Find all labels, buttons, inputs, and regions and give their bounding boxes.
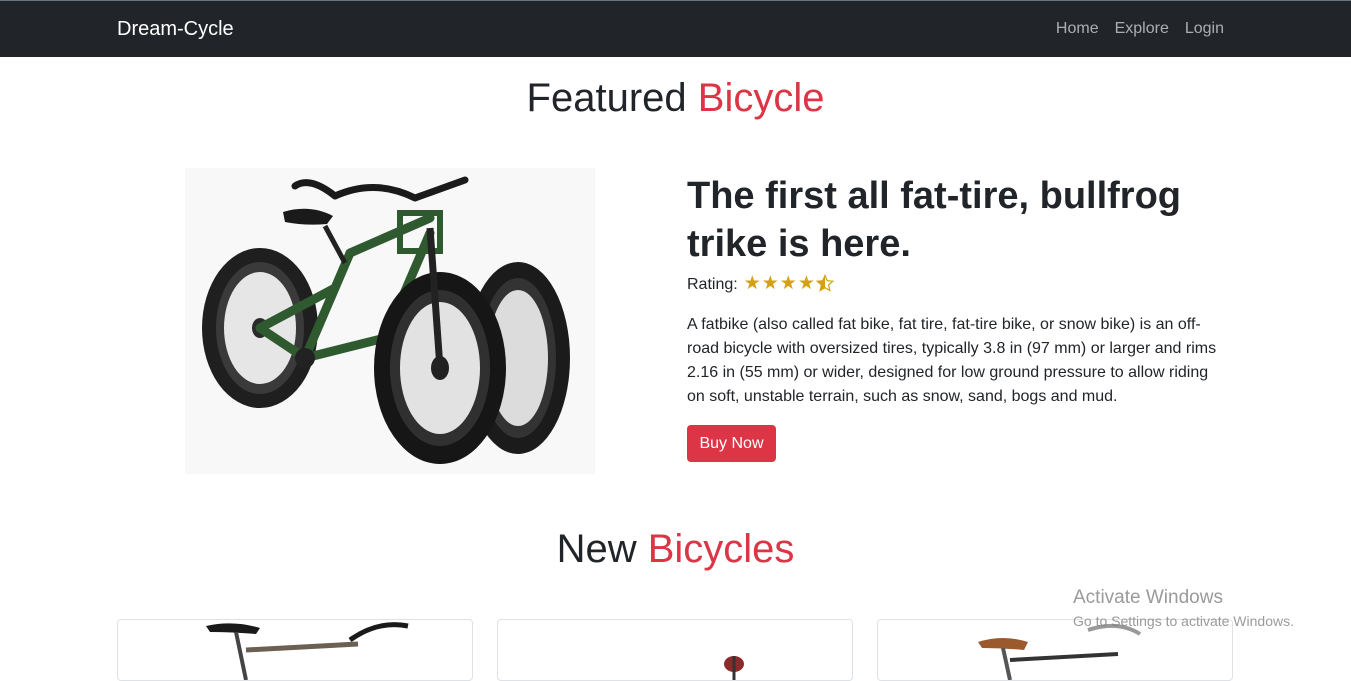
nav-links: Home Explore Login xyxy=(1056,20,1224,38)
nav-home-link[interactable]: Home xyxy=(1056,20,1099,38)
featured-title-prefix: Featured xyxy=(526,76,687,120)
star-icon: ★ xyxy=(743,273,761,294)
bicycle-card-image xyxy=(978,623,1142,680)
rating-label: Rating: xyxy=(687,276,738,293)
new-bicycles-section-title: New Bicycles xyxy=(0,527,1351,572)
rating-stars: ★ ★ ★ ★ xyxy=(743,273,835,296)
bicycle-card[interactable] xyxy=(117,619,473,681)
saddle xyxy=(283,208,333,225)
rating: Rating: ★ ★ ★ ★ xyxy=(687,273,835,296)
featured-section-title: Featured Bicycle xyxy=(0,76,1351,121)
buy-now-button[interactable]: Buy Now xyxy=(687,425,776,462)
brand-logo[interactable]: Dream-Cycle xyxy=(117,18,234,41)
nav-explore-link[interactable]: Explore xyxy=(1115,20,1169,38)
crank xyxy=(295,348,315,368)
nav-login-link[interactable]: Login xyxy=(1185,20,1224,38)
star-icon: ★ xyxy=(761,273,779,294)
featured-description: A fatbike (also called fat bike, fat tir… xyxy=(687,316,1217,405)
windows-activation-watermark: Activate Windows Go to Settings to activ… xyxy=(1073,587,1294,629)
half-star-icon xyxy=(815,273,835,296)
featured-headline: The first all fat-tire, bullfrog trike i… xyxy=(687,175,1182,265)
featured-title-accent: Bicycle xyxy=(697,76,825,120)
handlebars xyxy=(291,176,469,202)
featured-bicycle-image xyxy=(185,168,595,474)
navbar: Dream-Cycle Home Explore Login xyxy=(0,1,1351,57)
watermark-title: Activate Windows xyxy=(1073,587,1223,608)
bicycle-card-image xyxy=(206,622,409,680)
new-title-accent: Bicycles xyxy=(647,527,795,571)
star-icon: ★ xyxy=(779,273,797,294)
bicycle-card-image xyxy=(724,656,744,680)
seat-post xyxy=(322,224,348,265)
star-icon: ★ xyxy=(797,273,815,294)
bicycle-card[interactable] xyxy=(497,619,853,681)
new-title-prefix: New xyxy=(556,527,637,571)
watermark-subtitle: Go to Settings to activate Windows. xyxy=(1073,613,1294,629)
